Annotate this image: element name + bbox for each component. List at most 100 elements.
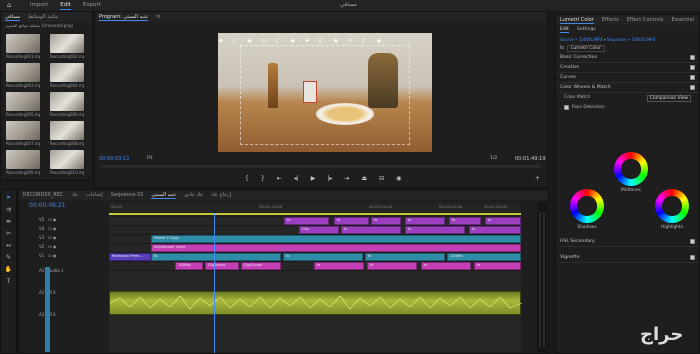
subtab-settings[interactable]: Settings: [577, 27, 596, 33]
section-curves[interactable]: Curves: [556, 73, 699, 83]
track-header[interactable]: V3 ⊡ ◉: [21, 235, 107, 244]
section-hsl-secondary[interactable]: HSL Secondary: [556, 237, 699, 247]
tab-seq[interactable]: إعدادات: [86, 192, 103, 198]
timeline-timecode[interactable]: 00:00:06:21: [29, 202, 66, 209]
track-header[interactable]: V5 ⊡ ◉: [21, 217, 107, 226]
clip[interactable]: 1000fa: [447, 253, 521, 261]
go-to-out-icon[interactable]: ⇥: [344, 175, 349, 182]
step-forward-icon[interactable]: |▸: [327, 175, 332, 182]
section-color-wheels[interactable]: Color Wheels & Match: [556, 83, 699, 93]
bin-item[interactable]: Recording001.mp4: [6, 34, 44, 59]
tab-essential[interactable]: Essential: [672, 17, 694, 23]
bin-item[interactable]: Recording006.mp4: [50, 92, 88, 117]
clip[interactable]: fx: [365, 253, 445, 261]
program-timecode[interactable]: 00:00:03:11: [99, 156, 130, 162]
tab-seq[interactable]: إرجاع عاد: [211, 192, 231, 198]
section-basic-correction[interactable]: Basic Correction: [556, 53, 699, 63]
clip[interactable]: Clip: [299, 226, 339, 234]
track-header[interactable]: A2 M S: [21, 284, 107, 306]
source-patch-indicator[interactable]: [45, 267, 50, 352]
clip[interactable]: 1000fa: [175, 262, 203, 270]
clip[interactable]: fx: [469, 226, 521, 234]
checkbox[interactable]: [690, 255, 695, 260]
clip[interactable]: fx: [284, 217, 329, 225]
track-header[interactable]: V4 ⊡ ◉: [21, 226, 107, 235]
time-ruler[interactable]: 00:00 00:00:15:00 00:00:30:00 00:00:45:0…: [109, 202, 521, 212]
clip-area[interactable]: fx fx fx fx fx fx Clip fx fx fx Frame 2 …: [109, 213, 522, 353]
selection-tool-icon[interactable]: ➤: [6, 194, 11, 201]
midtones-wheel[interactable]: [614, 152, 648, 186]
section-creative[interactable]: Creative: [556, 63, 699, 73]
clip[interactable]: fx: [485, 217, 521, 225]
tab-seq[interactable]: Sequence 02: [111, 192, 144, 198]
checkbox[interactable]: [690, 55, 695, 60]
bin-item[interactable]: Recording009.mp4: [6, 150, 44, 175]
work-area-bar[interactable]: [109, 213, 521, 215]
track-header[interactable]: A1 Audio 1: [21, 262, 107, 284]
add-button-icon[interactable]: +: [535, 175, 540, 182]
clip[interactable]: fx: [334, 217, 369, 225]
playhead[interactable]: [214, 213, 215, 353]
clip[interactable]: fx: [341, 226, 401, 234]
resolution-dropdown[interactable]: 1/2: [490, 156, 497, 161]
comparison-view-button[interactable]: Comparison View: [646, 95, 691, 102]
track-header[interactable]: V2 ⊡ ◉: [21, 244, 107, 253]
tab-effects[interactable]: Effects: [602, 17, 619, 23]
face-detection-checkbox[interactable]: [564, 105, 569, 110]
nav-edit[interactable]: Edit: [60, 2, 71, 10]
tab-seq[interactable]: عاد عادي: [184, 192, 203, 198]
track-select-icon[interactable]: ⇉: [6, 206, 11, 213]
pen-tool-icon[interactable]: ✎: [6, 254, 11, 261]
tab-lumetri[interactable]: Lumetri Color: [560, 17, 594, 24]
tab-media[interactable]: مكتبة الوسائط: [28, 14, 58, 20]
fit-dropdown[interactable]: Fit: [147, 156, 152, 161]
source-sequence-line[interactable]: Source • 1000fa.MP4 ▾ Sequence • 1000fa.…: [556, 35, 699, 44]
checkbox[interactable]: [690, 85, 695, 90]
shadows-wheel[interactable]: [570, 189, 604, 223]
tab-seq-active[interactable]: عنبه السبتي: [151, 192, 177, 199]
tab-effect-controls[interactable]: Effect Controls: [627, 17, 664, 23]
audio-clip-a1[interactable]: [109, 291, 522, 315]
clip[interactable]: fx: [421, 262, 471, 270]
checkbox[interactable]: [690, 239, 695, 244]
bin-item[interactable]: Recording004.mp4: [50, 63, 88, 88]
clip[interactable]: fx: [474, 262, 521, 270]
program-menu-icon[interactable]: ≡: [156, 14, 160, 20]
bin-item[interactable]: Recording010.mp4: [50, 150, 88, 175]
nav-import[interactable]: Import: [30, 2, 48, 10]
tab-program[interactable]: Program: عنبه السبتي: [99, 14, 149, 21]
clip[interactable]: fx: [314, 262, 364, 270]
program-scrubber[interactable]: [101, 165, 541, 168]
highlights-wheel[interactable]: [655, 189, 689, 223]
hand-tool-icon[interactable]: ✋: [5, 266, 12, 273]
clip[interactable]: Clip2.mp4: [241, 262, 281, 270]
nav-export[interactable]: Export: [83, 2, 101, 10]
subtab-edit[interactable]: Edit: [560, 27, 569, 33]
mark-in-icon[interactable]: {: [245, 175, 249, 182]
clip[interactable]: fx: [151, 253, 281, 261]
clip[interactable]: Clip2mp4: [205, 262, 239, 270]
checkbox[interactable]: [690, 65, 695, 70]
track-header[interactable]: A3 M S: [21, 306, 107, 328]
step-back-icon[interactable]: ◂|: [294, 175, 299, 182]
clip[interactable]: fx: [449, 217, 481, 225]
video-frame[interactable]: ✦ ☾ ★ ✧ ☾ ★ ✦ ☾ ★ ✧ ☾ ★: [218, 33, 432, 152]
home-icon[interactable]: ⌂: [7, 2, 15, 9]
bin-item[interactable]: Recording007.mp4: [6, 121, 44, 146]
razor-tool-icon[interactable]: ✂: [6, 230, 11, 237]
go-to-in-icon[interactable]: ⇤: [277, 175, 282, 182]
ripple-edit-icon[interactable]: ⇹: [6, 218, 11, 225]
extract-icon[interactable]: ⊟: [379, 175, 384, 182]
tab-seq[interactable]: عاد: [71, 192, 78, 198]
bin-item[interactable]: Recording003.mp4: [6, 63, 44, 88]
bin-item[interactable]: Recording005.mp4: [6, 92, 44, 117]
tab-project[interactable]: مساقي: [5, 14, 21, 21]
slip-tool-icon[interactable]: ↔: [6, 242, 11, 249]
play-icon[interactable]: ▶: [311, 175, 316, 182]
export-frame-icon[interactable]: ◉: [396, 175, 401, 182]
type-tool-icon[interactable]: T: [7, 278, 11, 285]
clip[interactable]: fx: [371, 217, 401, 225]
lift-icon[interactable]: ⏏: [361, 175, 367, 182]
mark-out-icon[interactable]: }: [261, 175, 265, 182]
clip[interactable]: fx: [367, 262, 417, 270]
